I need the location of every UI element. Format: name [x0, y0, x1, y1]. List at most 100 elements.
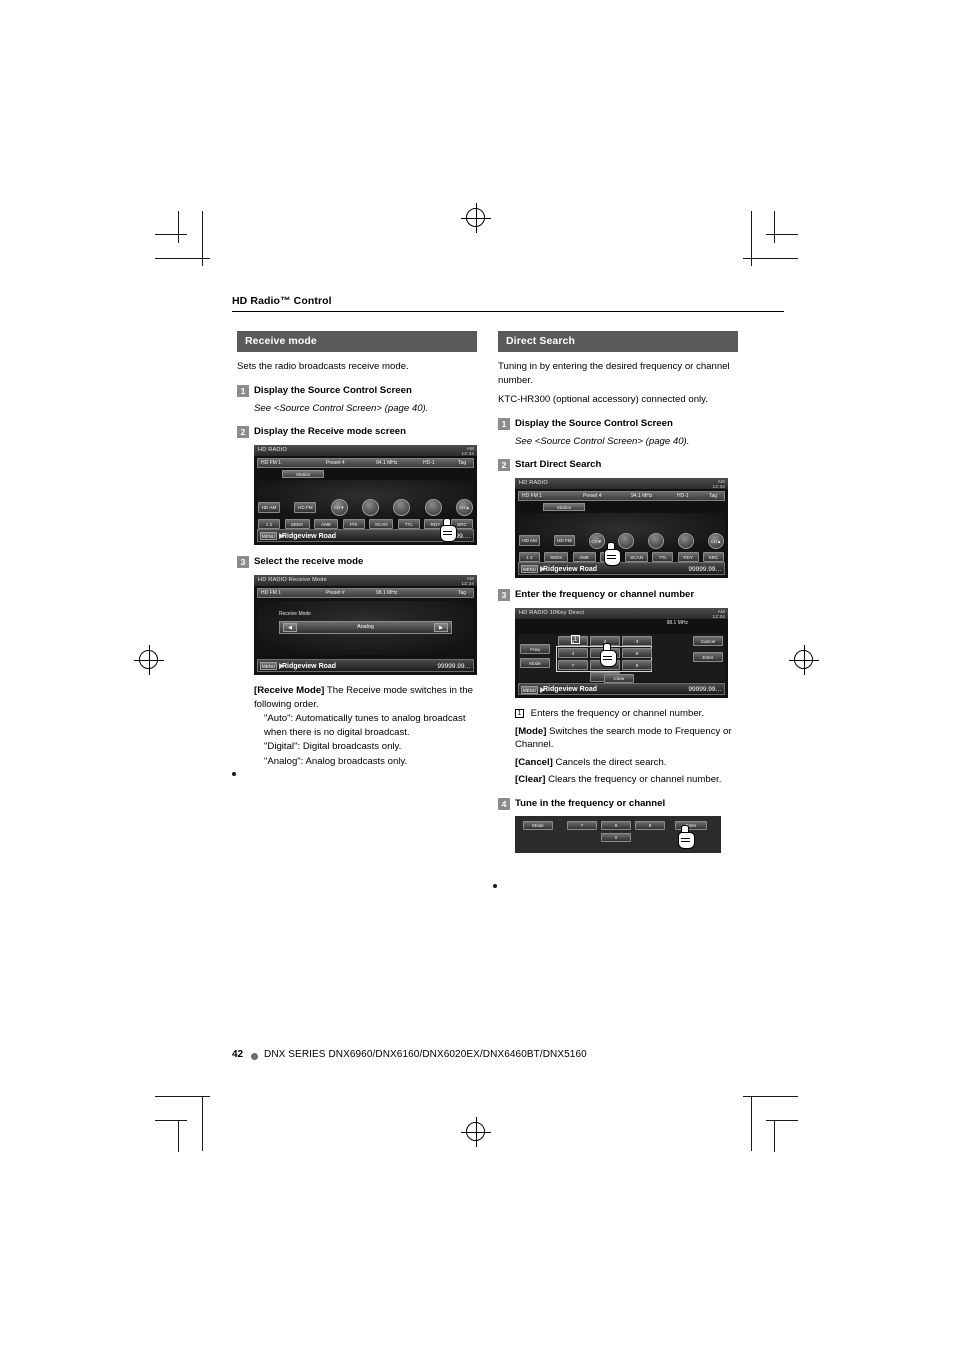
section-title-receive-mode: Receive mode: [237, 331, 477, 352]
key-7[interactable]: 7: [558, 660, 588, 670]
infobar-band: HD FM 1: [261, 460, 281, 466]
definition-desc: Digital broadcasts only.: [302, 741, 402, 752]
device-screenshot-tune-enter: Mode 7 8 9 Enter 0: [515, 815, 721, 853]
key-2[interactable]: 2: [590, 636, 620, 646]
screen-button-row-2: 1 2 SEEK AME P/S SCAN TTL RDY SRC: [519, 552, 724, 562]
step-1-note-right: See <Source Control Screen> (page 40).: [515, 435, 690, 447]
frequency-display: 99.…: [455, 533, 471, 540]
screen-infobar: HD FM 1 Preset # 98.1 MHz Tag: [257, 588, 474, 598]
key-8[interactable]: 8: [590, 660, 620, 670]
step-title: Select the receive mode: [254, 556, 364, 567]
step-2-right: 2 Start Direct Search: [498, 459, 738, 471]
infobar-frequency: 94.1 MHz: [631, 493, 653, 499]
key-8-crop[interactable]: 8: [601, 820, 631, 830]
definition-desc: Switches the search mode to Frequency or…: [515, 725, 732, 751]
callout-marker-1: 1: [571, 635, 580, 644]
key-3[interactable]: 3: [622, 636, 652, 646]
button-scan: SCAN: [369, 519, 394, 529]
key-7-crop[interactable]: 7: [567, 820, 597, 830]
definition-clear: [Clear] Clears the frequency or channel …: [515, 773, 738, 787]
screen-station-tab: Station: [282, 470, 324, 478]
key-6[interactable]: 6: [622, 648, 652, 658]
key-0-crop[interactable]: 0: [601, 832, 631, 842]
button-scan: SCAN: [625, 552, 649, 562]
page-number: 42: [232, 1049, 244, 1060]
key-5[interactable]: 5: [590, 648, 620, 658]
screen-infobar: HD FM 1 Preset 4 94.1 MHz HD-1 Tag: [257, 458, 474, 468]
screen-clock: AM 12:34: [461, 576, 474, 586]
step-number: 1: [498, 417, 510, 430]
definition-digital: "Digital": Digital broadcasts only.: [264, 740, 477, 754]
screen-clock: AM 12:34: [712, 609, 725, 619]
button-ttl: TTL: [652, 552, 674, 562]
definition-desc: Automatically tunes to analog broadcast …: [264, 713, 466, 738]
frequency-display: 99999.99…: [688, 566, 722, 573]
button-enter-crop[interactable]: Enter: [675, 820, 707, 830]
receive-mode-value: Analog: [357, 624, 374, 630]
button-seek-down: [361, 499, 379, 516]
button-ame: AME: [572, 552, 596, 562]
button-mode[interactable]: Mode: [520, 658, 550, 668]
button-rdy: RDY: [424, 519, 447, 529]
button-src: SRC: [702, 552, 724, 562]
screen-body: Receive Mode ◀ ▶ Analog: [257, 601, 474, 655]
step-number: 2: [237, 426, 249, 438]
key-9[interactable]: 9: [622, 660, 652, 670]
button-clear[interactable]: Clear: [604, 674, 634, 683]
button-freq[interactable]: Freq: [520, 644, 550, 654]
step-number: 3: [237, 556, 249, 568]
definition-desc: Enters the frequency or channel number.: [530, 708, 704, 719]
screen-bottom-bar: MENU Ridgeview Road 99999.99…: [257, 659, 474, 672]
keypad-area: Freq Mode 1 2 3 4 5 6 7 8 9 0: [518, 634, 725, 683]
button-menu: MENU: [260, 662, 277, 670]
button-preset-12: 1 2: [519, 552, 540, 562]
street-name: Ridgeview Road: [282, 663, 337, 670]
step-3-left: 3 Select the receive mode: [237, 556, 477, 568]
receive-mode-label: Receive Mode: [279, 611, 311, 617]
step-title: Tune in the frequency or channel: [515, 797, 666, 809]
footer-model-list: DNX SERIES DNX6960/DNX6160/DNX6020EX/DNX…: [264, 1049, 587, 1060]
key-4[interactable]: 4: [558, 648, 588, 658]
direct-search-definitions: 1 Enters the frequency or channel number…: [515, 707, 738, 787]
definition-desc: Clears the frequency or channel number.: [548, 774, 722, 785]
step-number: 4: [498, 797, 510, 810]
definition-term: "Analog":: [264, 755, 304, 767]
button-ttl: TTL: [397, 519, 420, 529]
key-9-crop[interactable]: 9: [635, 820, 665, 830]
definition-term: [Clear]: [515, 774, 546, 785]
entered-frequency: 98.1 MHz: [666, 620, 688, 626]
screen-button-row-1: HD AM HD FM CH▼ CH▲: [258, 499, 473, 516]
definition-cancel: [Cancel] Cancels the direct search.: [515, 756, 738, 770]
screen-station-tab: Station: [543, 503, 585, 511]
screen-bottom-bar: MENU Ridgeview Road 99999.99…: [518, 562, 725, 575]
button-ame: AME: [314, 519, 339, 529]
step-1-right: 1 Display the Source Control Screen: [498, 417, 738, 430]
infobar-preset: Preset 4: [583, 493, 602, 499]
definition-term: [Mode]: [515, 725, 547, 737]
step-title: Display the Source Control Screen: [254, 384, 412, 396]
button-play: [648, 533, 665, 549]
step-number: 3: [498, 589, 510, 601]
section-title-direct-search: Direct Search: [498, 331, 738, 352]
screen-bottom-bar: MENU Ridgeview Road 99999.99…: [518, 683, 725, 695]
screen-header: HD RADIO AM 12:34: [515, 478, 728, 489]
step-title: Enter the frequency or channel number: [515, 589, 695, 600]
button-mode-crop[interactable]: Mode: [523, 820, 553, 830]
button-enter[interactable]: Enter: [693, 652, 723, 662]
step-2-left: 2 Display the Receive mode screen: [237, 426, 477, 438]
step-3-right: 3 Enter the frequency or channel number: [498, 589, 738, 601]
street-name: Ridgeview Road: [543, 686, 598, 693]
screen-clock: AM 12:34: [712, 479, 725, 489]
button-cancel[interactable]: Cancel: [693, 636, 723, 646]
keypad-left-buttons: Freq Mode: [520, 644, 550, 668]
definition-analog: "Analog": Analog broadcasts only.: [264, 755, 477, 769]
step-title: Start Direct Search: [515, 459, 602, 470]
right-column: Direct Search Tuning in by entering the …: [498, 331, 738, 853]
button-hd-am: HD AM: [519, 535, 540, 546]
footer-bullet-icon: [251, 1053, 258, 1060]
step-number: 2: [498, 459, 510, 471]
definition-term: [Cancel]: [515, 756, 553, 768]
screen-header-title: HD RADIO: [258, 447, 287, 453]
direct-search-intro: Tuning in by entering the desired freque…: [498, 361, 730, 386]
keypad-spacer-left: [558, 672, 588, 682]
